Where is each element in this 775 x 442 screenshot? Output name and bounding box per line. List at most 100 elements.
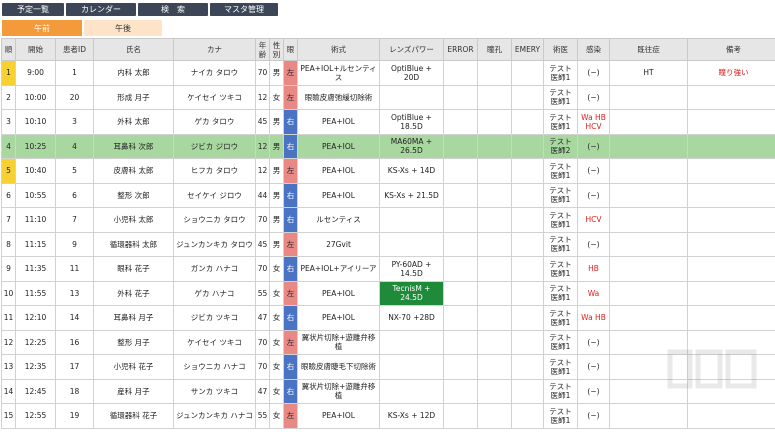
row-age[interactable]: 12 <box>255 84 270 110</box>
row-age[interactable]: 70 <box>255 329 270 355</box>
row-order[interactable]: 11 <box>1 305 16 331</box>
row-name[interactable]: 皮膚科 太郎 <box>93 158 174 184</box>
row-kana[interactable]: ショウニカ タロウ <box>173 207 256 233</box>
row-surgeon[interactable]: テスト 医師1 <box>543 280 578 306</box>
row-procedure[interactable]: 27Gvit <box>297 231 380 257</box>
row-name[interactable]: 外科 花子 <box>93 280 174 306</box>
table-row[interactable]: 1 9:00 1 内科 太郎 ナイカ タロウ 70 男左 PEA+IOL+ルセンティス Opti… <box>1 60 775 86</box>
row-sex[interactable]: 女 <box>269 403 284 429</box>
row-sex[interactable]: 女 <box>269 354 284 380</box>
table-row[interactable]: 15 12:55 19 循環器科 花子 ジュンカンキカ ハナコ 55 女左 PEA+IOL KS… <box>1 403 775 429</box>
row-pupil[interactable] <box>477 378 512 404</box>
row-procedure[interactable]: PEA+IOL <box>297 403 380 429</box>
row-notes[interactable] <box>687 207 775 233</box>
row-kana[interactable]: ジビカ ツキコ <box>173 305 256 331</box>
row-infection[interactable]: HB <box>577 256 610 282</box>
row-age[interactable]: 47 <box>255 305 270 331</box>
row-error[interactable] <box>443 280 478 306</box>
row-lens-power[interactable]: OptiBlue + 18.5D <box>379 109 444 135</box>
row-age[interactable]: 55 <box>255 280 270 306</box>
row-procedure[interactable]: 翼状片切除+遊離弁移植 <box>297 378 380 404</box>
row-patient-id[interactable]: 13 <box>55 280 94 306</box>
row-eye[interactable]: 左 <box>283 329 298 355</box>
row-lens-power[interactable] <box>379 378 444 404</box>
row-surgeon[interactable]: テスト 医師1 <box>543 305 578 331</box>
row-infection[interactable]: (−) <box>577 403 610 429</box>
row-patient-id[interactable]: 19 <box>55 403 94 429</box>
row-lens-power[interactable]: NX-70 +28D <box>379 305 444 331</box>
row-history[interactable] <box>609 158 688 184</box>
row-sex[interactable]: 男 <box>269 60 284 86</box>
row-notes[interactable] <box>687 280 775 306</box>
row-sex[interactable]: 男 <box>269 182 284 208</box>
row-start-time[interactable]: 12:10 <box>15 305 56 331</box>
row-order[interactable]: 14 <box>1 378 16 404</box>
row-notes[interactable] <box>687 231 775 257</box>
row-lens-power[interactable] <box>379 354 444 380</box>
row-surgeon[interactable]: テスト 医師1 <box>543 231 578 257</box>
row-infection[interactable]: (−) <box>577 158 610 184</box>
row-procedure[interactable]: PEA+IOL <box>297 133 380 159</box>
row-age[interactable]: 47 <box>255 378 270 404</box>
row-patient-id[interactable]: 9 <box>55 231 94 257</box>
row-pupil[interactable] <box>477 329 512 355</box>
row-surgeon[interactable]: テスト 医師1 <box>543 403 578 429</box>
table-row[interactable]: 13 12:35 17 小児科 花子 ショウニカ ハナコ 70 女右眼瞼皮膚睫毛下切除術 テス… <box>1 354 775 380</box>
row-age[interactable]: 70 <box>255 60 270 86</box>
tab-morning[interactable]: 午前 <box>2 20 82 36</box>
row-surgeon[interactable]: テスト 医師1 <box>543 182 578 208</box>
row-sex[interactable]: 男 <box>269 109 284 135</box>
row-patient-id[interactable]: 16 <box>55 329 94 355</box>
col-header-lens-power[interactable]: レンズパワー <box>379 38 444 61</box>
row-error[interactable] <box>443 305 478 331</box>
tab-afternoon[interactable]: 午後 <box>84 20 162 36</box>
row-order[interactable]: 4 <box>1 133 16 159</box>
row-surgeon[interactable]: テスト 医師1 <box>543 60 578 86</box>
row-lens-power[interactable]: KS-Xs + 12D <box>379 403 444 429</box>
row-kana[interactable]: ジュンカンキカ ハナコ <box>173 403 256 429</box>
nav-calendar[interactable]: カレンダー <box>66 3 136 16</box>
row-error[interactable] <box>443 182 478 208</box>
row-age[interactable]: 45 <box>255 109 270 135</box>
row-name[interactable]: 循環器科 太郎 <box>93 231 174 257</box>
row-age[interactable]: 12 <box>255 133 270 159</box>
row-patient-id[interactable]: 7 <box>55 207 94 233</box>
row-procedure[interactable]: 眼瞼皮膚弛緩切除術 <box>297 84 380 110</box>
row-error[interactable] <box>443 329 478 355</box>
row-error[interactable] <box>443 403 478 429</box>
row-order[interactable]: 12 <box>1 329 16 355</box>
row-sex[interactable]: 男 <box>269 231 284 257</box>
row-notes[interactable] <box>687 109 775 135</box>
row-infection[interactable]: (−) <box>577 329 610 355</box>
row-procedure[interactable]: PEA+IOL+アイリーア <box>297 256 380 282</box>
row-emery[interactable] <box>511 109 544 135</box>
row-kana[interactable]: ゲカ ハナコ <box>173 280 256 306</box>
row-kana[interactable]: ショウニカ ハナコ <box>173 354 256 380</box>
row-procedure[interactable]: ルセンティス <box>297 207 380 233</box>
row-patient-id[interactable]: 11 <box>55 256 94 282</box>
table-row[interactable]: 4 10:25 4 耳鼻科 次郎 ジビカ ジロウ 12 男右 PEA+IOL MA60MA + … <box>1 133 775 159</box>
row-age[interactable]: 12 <box>255 158 270 184</box>
row-emery[interactable] <box>511 158 544 184</box>
row-notes[interactable] <box>687 182 775 208</box>
row-name[interactable]: 産科 月子 <box>93 378 174 404</box>
row-kana[interactable]: ゲカ タロウ <box>173 109 256 135</box>
col-header-emery[interactable]: EMERY <box>511 38 544 61</box>
col-header-order[interactable]: 順 <box>1 38 16 61</box>
row-kana[interactable]: ケイセイ ツキコ <box>173 329 256 355</box>
row-patient-id[interactable]: 1 <box>55 60 94 86</box>
col-header-surgeon[interactable]: 術医 <box>543 38 578 61</box>
row-infection[interactable]: Wa HB HCV <box>577 109 610 135</box>
row-order[interactable]: 13 <box>1 354 16 380</box>
row-eye[interactable]: 左 <box>283 60 298 86</box>
row-procedure[interactable]: PEA+IOL <box>297 182 380 208</box>
row-procedure[interactable]: 翼状片切除+遊離弁移植 <box>297 329 380 355</box>
row-age[interactable]: 70 <box>255 207 270 233</box>
row-eye[interactable]: 左 <box>283 403 298 429</box>
row-order[interactable]: 10 <box>1 280 16 306</box>
row-sex[interactable]: 女 <box>269 305 284 331</box>
row-start-time[interactable]: 10:40 <box>15 158 56 184</box>
row-eye[interactable]: 右 <box>283 109 298 135</box>
row-emery[interactable] <box>511 84 544 110</box>
table-row[interactable]: 11 12:10 14 耳鼻科 月子 ジビカ ツキコ 47 女右 PEA+IOL NX-70 +… <box>1 305 775 331</box>
